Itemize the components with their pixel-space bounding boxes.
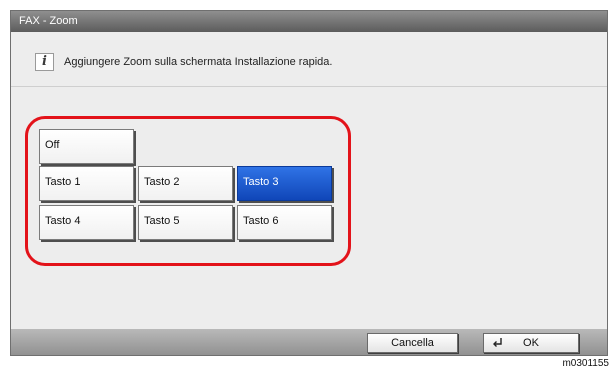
key-2-button[interactable]: Tasto 2: [138, 166, 233, 201]
cancel-button[interactable]: Cancella: [367, 333, 458, 353]
key-3-button[interactable]: Tasto 3: [237, 166, 332, 201]
fax-zoom-dialog: FAX - Zoom i Aggiungere Zoom sulla scher…: [10, 10, 608, 356]
ok-button-label: OK: [523, 337, 539, 349]
enter-key-icon: [493, 338, 502, 347]
window-title: FAX - Zoom: [11, 11, 607, 32]
info-icon: i: [35, 53, 54, 71]
key-5-button[interactable]: Tasto 5: [138, 205, 233, 240]
key-6-button[interactable]: Tasto 6: [237, 205, 332, 240]
figure-code: m0301155: [562, 358, 609, 369]
ok-button[interactable]: OK: [483, 333, 579, 353]
off-button[interactable]: Off: [39, 129, 134, 164]
divider: [11, 86, 607, 87]
footer-bar: Cancella OK: [11, 329, 607, 355]
key-4-button[interactable]: Tasto 4: [39, 205, 134, 240]
info-message: Aggiungere Zoom sulla schermata Installa…: [64, 56, 333, 68]
cancel-button-label: Cancella: [391, 337, 434, 349]
key-1-button[interactable]: Tasto 1: [39, 166, 134, 201]
